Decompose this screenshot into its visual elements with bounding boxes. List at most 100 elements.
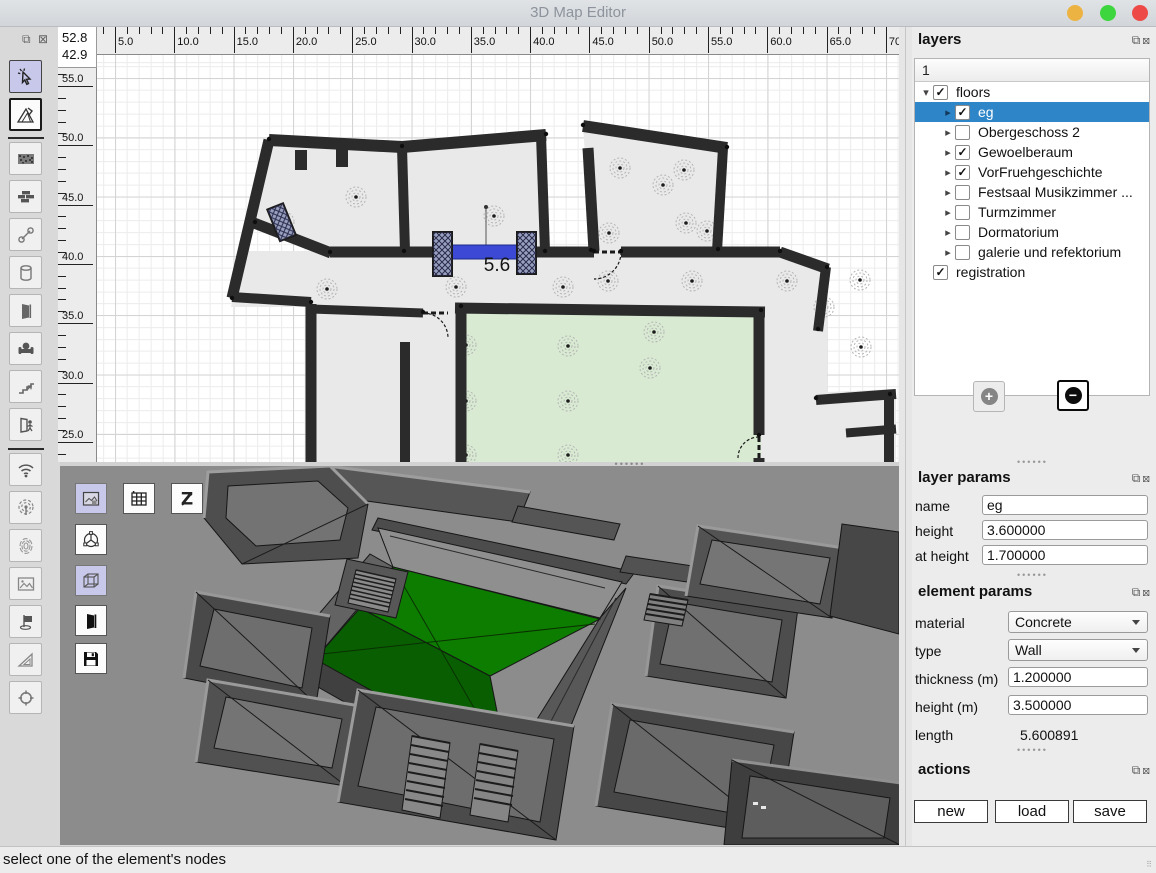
layer-visibility-checkbox[interactable]: ✓ — [955, 165, 970, 180]
layer-tree-item-obergeschoss-2[interactable]: ▸Obergeschoss 2 — [915, 122, 1149, 142]
layer-visibility-checkbox[interactable] — [955, 225, 970, 240]
tool-exit-button[interactable] — [9, 408, 42, 441]
panel-close-icon[interactable]: ⊠ — [38, 33, 48, 45]
panel-close-icon[interactable]: ⊠ — [1142, 33, 1152, 47]
ruler-minor-tick — [696, 27, 697, 34]
dock-panels: layers ⧉⊠ 1 ▾✓floors▸✓eg▸Obergeschoss 2▸… — [912, 27, 1156, 846]
view3d-save-button[interactable] — [75, 643, 107, 674]
panel-float-icon[interactable]: ⧉ — [1132, 471, 1143, 485]
layer-tree-item-gewoelberaum[interactable]: ▸✓Gewoelberaum — [915, 142, 1149, 162]
save-button[interactable]: save — [1073, 800, 1147, 823]
expand-arrow-icon[interactable]: ▸ — [941, 126, 955, 139]
panel-float-icon[interactable]: ⧉ — [1132, 585, 1143, 599]
panel-float-icon[interactable]: ⧉ — [22, 33, 31, 45]
layer-visibility-checkbox[interactable]: ✓ — [955, 145, 970, 160]
expand-arrow-icon[interactable]: ▸ — [941, 206, 955, 219]
element-height-input[interactable] — [1008, 695, 1148, 715]
tool-fingerprint-button[interactable] — [9, 529, 42, 562]
layer-visibility-checkbox[interactable] — [955, 125, 970, 140]
load-button[interactable]: load — [995, 800, 1069, 823]
ruler-pencil-icon — [16, 105, 36, 125]
panel-float-icon[interactable]: ⧉ — [1132, 33, 1143, 47]
panel-close-icon[interactable]: ⊠ — [1142, 763, 1152, 777]
layer-tree-item-turmzimmer[interactable]: ▸Turmzimmer — [915, 202, 1149, 222]
layer-visibility-checkbox[interactable] — [955, 245, 970, 260]
dock-splitter[interactable]: •••••• — [1017, 570, 1048, 580]
plan-canvas[interactable]: 5.6 — [97, 55, 899, 462]
floor-plan-drawing: 5.6 — [97, 55, 899, 462]
layer-tree-item-galerie-und-refektorium[interactable]: ▸galerie und refektorium — [915, 242, 1149, 262]
layer-visibility-checkbox[interactable]: ✓ — [933, 265, 948, 280]
expand-arrow-icon[interactable]: ▸ — [941, 226, 955, 239]
tool-set-square-button[interactable] — [9, 643, 42, 676]
ruler-minor-tick — [803, 27, 804, 34]
layer-tree-item-dormatorium[interactable]: ▸Dormatorium — [915, 222, 1149, 242]
add-layer-button[interactable]: + — [973, 381, 1005, 412]
tool-node-link-button[interactable] — [9, 218, 42, 251]
view3d-plan-texture-button[interactable] — [75, 483, 107, 514]
ruler-minor-tick — [850, 27, 851, 34]
door-dark-icon — [81, 611, 101, 631]
layer-at-height-input[interactable] — [982, 545, 1148, 565]
resize-grip[interactable]: ⠿ — [1146, 860, 1153, 869]
expand-arrow-icon[interactable]: ▸ — [941, 166, 955, 179]
panel-close-icon[interactable]: ⊠ — [1142, 471, 1152, 485]
layer-visibility-checkbox[interactable] — [955, 205, 970, 220]
panel-close-icon[interactable]: ⊠ — [1142, 585, 1152, 599]
expand-arrow-icon[interactable]: ▸ — [941, 106, 955, 119]
tool-target-button[interactable] — [9, 681, 42, 714]
layer-list[interactable]: 1 ▾✓floors▸✓eg▸Obergeschoss 2▸✓Gewoelber… — [914, 58, 1150, 396]
view3d-door-button[interactable] — [75, 605, 107, 636]
material-dropdown[interactable]: Concrete — [1008, 611, 1148, 633]
type-dropdown[interactable]: Wall — [1008, 639, 1148, 661]
thickness-input[interactable] — [1008, 667, 1148, 687]
expand-arrow-icon[interactable]: ▸ — [941, 246, 955, 259]
dock-splitter[interactable]: •••••• — [1017, 745, 1048, 755]
title-bar[interactable]: 3D Map Editor — [0, 0, 1156, 27]
tool-measure-draw-button[interactable] — [9, 98, 42, 131]
cursor-sparkle-icon — [16, 67, 36, 87]
viewport-3d[interactable]: Z — [60, 466, 899, 845]
new-button[interactable]: new — [914, 800, 988, 823]
tool-wifi-button[interactable] — [9, 453, 42, 486]
tool-door-button[interactable] — [9, 294, 42, 327]
expand-arrow-icon[interactable]: ▾ — [919, 86, 933, 99]
grid-icon — [129, 489, 149, 509]
status-bar: select one of the element's nodes — [0, 846, 1156, 873]
layer-tree-item-vorfruehgeschichte[interactable]: ▸✓VorFruehgeschichte — [915, 162, 1149, 182]
expand-arrow-icon[interactable]: ▸ — [941, 146, 955, 159]
layer-visibility-checkbox[interactable]: ✓ — [955, 105, 970, 120]
minimize-button[interactable] — [1067, 5, 1083, 21]
layer-visibility-checkbox[interactable] — [955, 185, 970, 200]
tool-texture-button[interactable] — [9, 142, 42, 175]
wifi-icon — [16, 460, 36, 480]
layer-tree-item-floors[interactable]: ▾✓floors — [915, 82, 1149, 102]
layer-visibility-checkbox[interactable]: ✓ — [933, 85, 948, 100]
maximize-button[interactable] — [1100, 5, 1116, 21]
dock-splitter[interactable]: •••••• — [1017, 457, 1048, 467]
layer-tree-item-registration[interactable]: ✓registration — [915, 262, 1149, 282]
tool-select-button[interactable] — [9, 60, 42, 93]
view3d-z-order-button[interactable]: Z — [171, 483, 203, 514]
tool-wall-button[interactable] — [9, 180, 42, 213]
remove-layer-button[interactable]: − — [1057, 380, 1089, 411]
tool-image-button[interactable] — [9, 567, 42, 600]
expand-arrow-icon[interactable]: ▸ — [941, 186, 955, 199]
panel-splitter[interactable] — [905, 27, 906, 846]
layer-tree-item-festsaal-musikzimmer[interactable]: ▸Festsaal Musikzimmer ... — [915, 182, 1149, 202]
tool-beacon-button[interactable] — [9, 491, 42, 524]
tool-stairs-button[interactable] — [9, 370, 42, 403]
panel-float-icon[interactable]: ⧉ — [1132, 763, 1143, 777]
view3d-grid-button[interactable] — [123, 483, 155, 514]
ruler-minor-tick — [58, 240, 66, 241]
tool-furniture-button[interactable] — [9, 332, 42, 365]
tool-cylinder-button[interactable] — [9, 256, 42, 289]
layer-height-input[interactable] — [982, 520, 1148, 540]
ruler-minor-tick — [58, 74, 66, 75]
tool-flag-button[interactable] — [9, 605, 42, 638]
layer-tree-item-eg[interactable]: ▸✓eg — [915, 102, 1149, 122]
layer-name-input[interactable] — [982, 495, 1148, 515]
view3d-wireframe-cube-button[interactable] — [75, 565, 107, 596]
view3d-gizmo-button[interactable] — [75, 524, 107, 555]
close-button[interactable] — [1132, 5, 1148, 21]
